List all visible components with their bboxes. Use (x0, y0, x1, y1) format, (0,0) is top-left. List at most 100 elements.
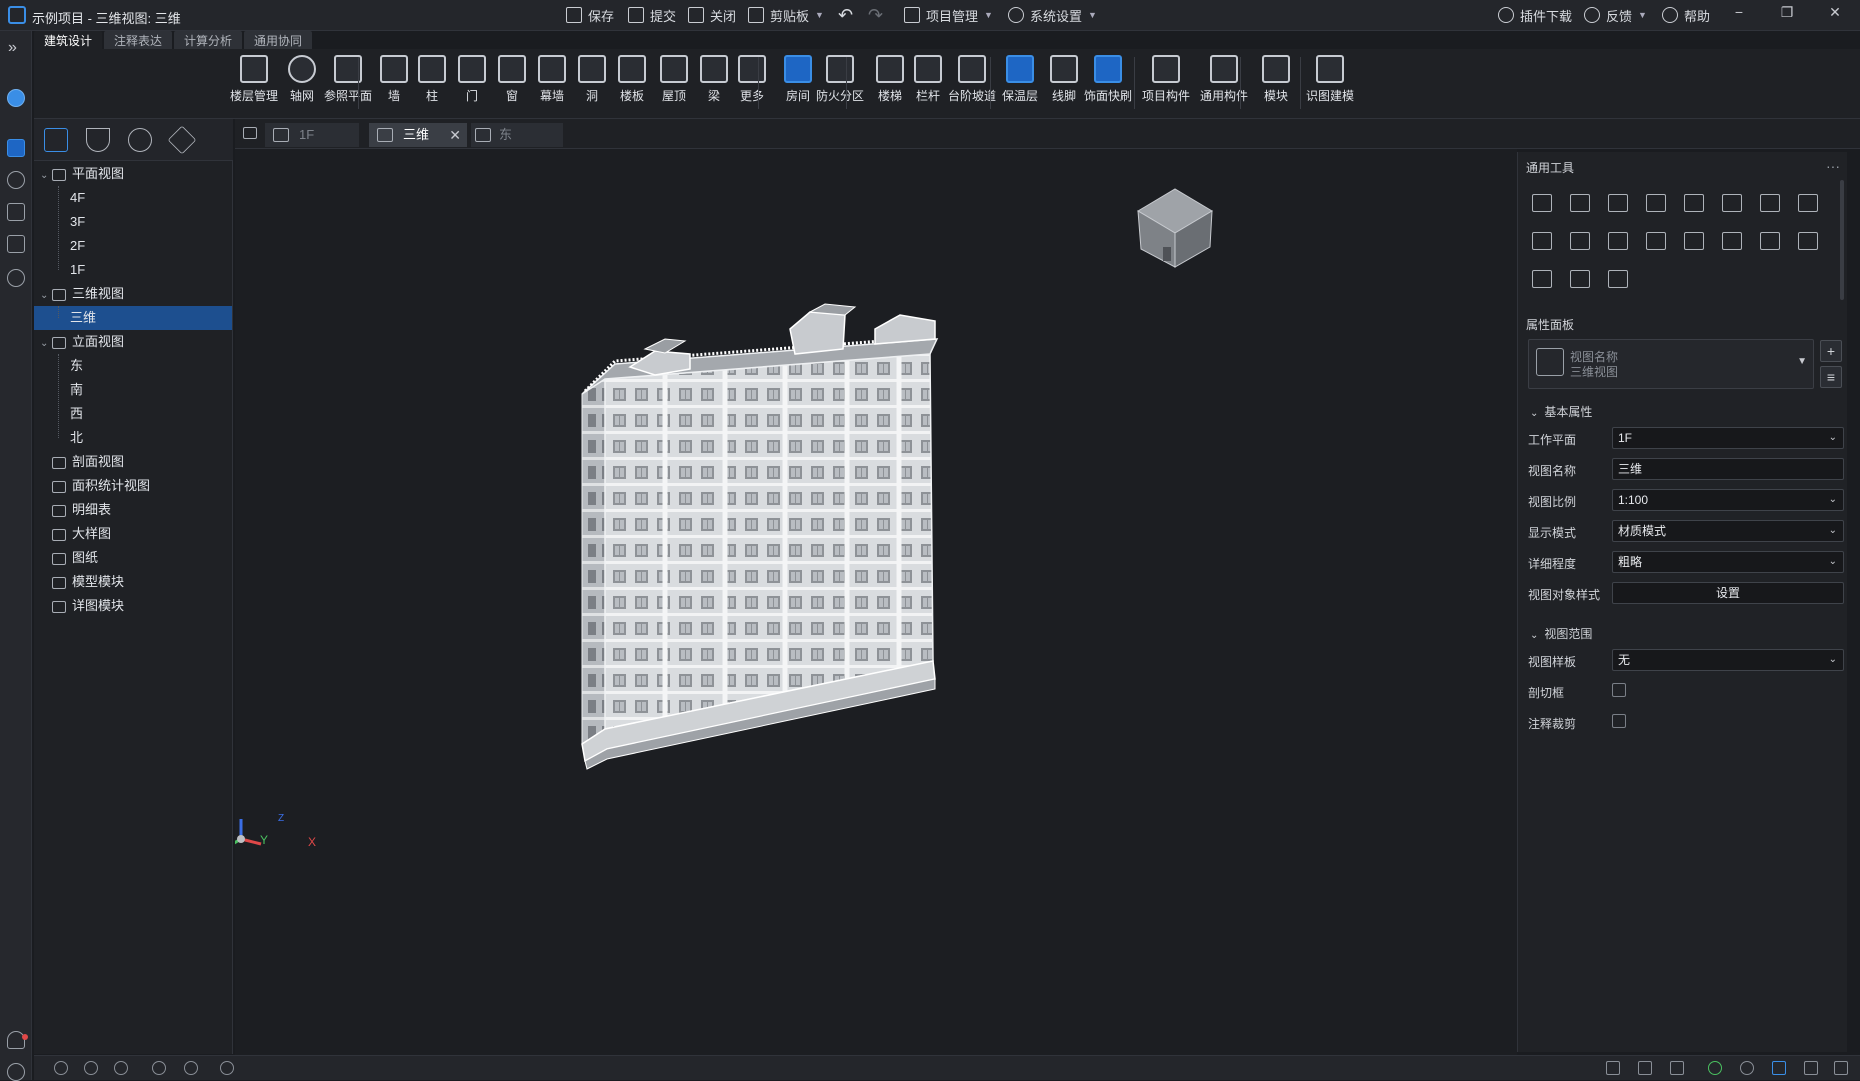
tab-view-east[interactable]: 东 (471, 123, 563, 147)
link-icon[interactable] (7, 171, 25, 189)
help-button[interactable]: 帮助 (1662, 4, 1710, 26)
tree-item[interactable]: 东 (34, 354, 232, 378)
rotate-icon[interactable] (1608, 194, 1628, 212)
tree-item[interactable]: 详图模块 (34, 594, 232, 618)
tree-item[interactable]: 图纸 (34, 546, 232, 570)
close-project-button[interactable]: 关闭 (688, 4, 736, 26)
building-model[interactable] (228, 149, 1517, 1055)
zoom-fit-icon[interactable] (1834, 1061, 1848, 1075)
scale-icon[interactable] (1646, 232, 1666, 250)
group-icon[interactable] (1760, 232, 1780, 250)
submit-button[interactable]: 提交 (628, 4, 676, 26)
copy-icon[interactable] (1570, 194, 1590, 212)
browser-tab-views-icon[interactable] (44, 128, 68, 152)
annotation-icon[interactable] (1740, 1061, 1754, 1075)
prop-select[interactable]: 无 ⌄ (1612, 649, 1844, 671)
toolbar-common-component-button[interactable]: 通用构件 (1196, 55, 1252, 104)
link-status-icon[interactable] (1708, 1061, 1722, 1075)
eye-icon[interactable] (184, 1061, 198, 1075)
plugin-download-button[interactable]: 插件下载 (1498, 4, 1572, 26)
expand-rail-icon[interactable]: » (8, 39, 17, 57)
tree-item[interactable]: 三维 (34, 306, 232, 330)
minimize-button[interactable]: − (1724, 4, 1754, 26)
tab-analysis[interactable]: 计算分析 (174, 31, 243, 49)
tree-item[interactable]: 3F (34, 210, 232, 234)
break-icon[interactable] (1570, 232, 1590, 250)
toolbar-fire-zone-button[interactable]: 防火分区 (812, 55, 868, 104)
measure-icon[interactable] (1608, 270, 1628, 288)
layout-icon[interactable] (1804, 1061, 1818, 1075)
tab-architecture[interactable]: 建筑设计 (34, 31, 103, 49)
layers-icon[interactable] (7, 235, 25, 253)
chevron-down-icon[interactable]: ⌄ (40, 332, 52, 356)
prop-text-input[interactable]: 三维 (1612, 458, 1844, 480)
tree-item[interactable]: 西 (34, 402, 232, 426)
tree-item[interactable]: 1F (34, 258, 232, 282)
tools-scrollbar[interactable] (1840, 180, 1844, 300)
3d-viewport[interactable]: Y Z X (228, 149, 1517, 1055)
align-h-icon[interactable] (1646, 194, 1666, 212)
close-tab-icon[interactable]: ✕ (449, 123, 461, 147)
measure-icon[interactable] (1606, 1061, 1620, 1075)
project-management-menu[interactable]: 项目管理 ▼ (904, 4, 993, 26)
toolbar-finish-brush-button[interactable]: 饰面快刷 (1080, 55, 1136, 104)
system-settings-menu[interactable]: 系统设置 ▼ (1008, 4, 1097, 26)
save-button[interactable]: 保存 (566, 4, 614, 26)
join-icon[interactable] (1608, 232, 1628, 250)
more-options-icon[interactable]: ··· (1826, 158, 1840, 174)
offset-icon[interactable] (1760, 194, 1780, 212)
prop-select[interactable]: 1:100 ⌄ (1612, 489, 1844, 511)
prop-select[interactable]: 材质模式 ⌄ (1612, 520, 1844, 542)
prop-select[interactable]: 粗略 ⌄ (1612, 551, 1844, 573)
tree-item[interactable]: 模型模块 (34, 570, 232, 594)
pick-icon[interactable] (1798, 232, 1818, 250)
basic-properties-header[interactable]: ⌄ 基本属性 (1530, 403, 1592, 420)
isolate-icon[interactable] (114, 1061, 128, 1075)
align-v-icon[interactable] (1532, 232, 1552, 250)
move-icon[interactable] (1532, 194, 1552, 212)
tree-item[interactable]: ⌄ 三维视图 (34, 282, 232, 306)
toolbar-drawing-recognition-button[interactable]: 识图建模 (1302, 55, 1358, 104)
light-icon[interactable] (152, 1061, 166, 1075)
tree-item[interactable]: 南 (34, 378, 232, 402)
add-view-button[interactable]: + (1820, 340, 1842, 362)
mirror-icon[interactable] (1722, 232, 1742, 250)
undo-button[interactable]: ↶ (838, 4, 853, 26)
extend-icon[interactable] (1798, 194, 1818, 212)
tree-item[interactable]: ⌄ 平面视图 (34, 162, 232, 186)
split-icon[interactable] (1684, 194, 1704, 212)
tree-item[interactable]: 大样图 (34, 522, 232, 546)
clipboard-button[interactable]: 剪贴板 ▼ (748, 4, 824, 26)
help-circle-icon[interactable] (7, 269, 25, 287)
document-icon[interactable] (7, 203, 25, 221)
prop-checkbox[interactable] (1612, 683, 1626, 697)
avatar[interactable] (7, 89, 25, 107)
toolbar-project-component-button[interactable]: 项目构件 (1138, 55, 1194, 104)
tree-item[interactable]: 2F (34, 234, 232, 258)
tree-item[interactable]: 4F (34, 186, 232, 210)
location-icon[interactable] (128, 128, 152, 152)
prop-checkbox[interactable] (1612, 714, 1626, 728)
list-icon[interactable] (1638, 1061, 1652, 1075)
filter-icon[interactable] (86, 128, 110, 152)
chevron-down-icon[interactable]: ⌄ (40, 284, 52, 308)
batch-icon[interactable] (1570, 270, 1590, 288)
tab-collaboration[interactable]: 通用协同 (244, 31, 313, 49)
chevron-down-icon[interactable]: ⌄ (40, 164, 52, 188)
hide-element-icon[interactable] (84, 1061, 98, 1075)
cloud-icon[interactable] (7, 1063, 25, 1081)
new-view-icon[interactable] (243, 127, 257, 139)
view-range-header[interactable]: ⌄ 视图范围 (1530, 625, 1592, 642)
restore-button[interactable]: ❐ (1772, 4, 1802, 26)
array-icon[interactable] (1684, 232, 1704, 250)
prop-select[interactable]: 1F ⌄ (1612, 427, 1844, 449)
prop-settings-button[interactable]: 设置 (1612, 582, 1844, 604)
redo-button[interactable]: ↷ (868, 4, 883, 26)
ruler-icon[interactable] (1670, 1061, 1684, 1075)
component-icon[interactable] (167, 125, 197, 155)
model-cube-icon[interactable] (7, 139, 25, 157)
toolbar-module-button[interactable]: 模块 (1248, 55, 1304, 104)
tree-item[interactable]: ⌄ 立面视图 (34, 330, 232, 354)
feedback-menu[interactable]: 反馈 ▼ (1584, 4, 1647, 26)
tree-item[interactable]: 面积统计视图 (34, 474, 232, 498)
